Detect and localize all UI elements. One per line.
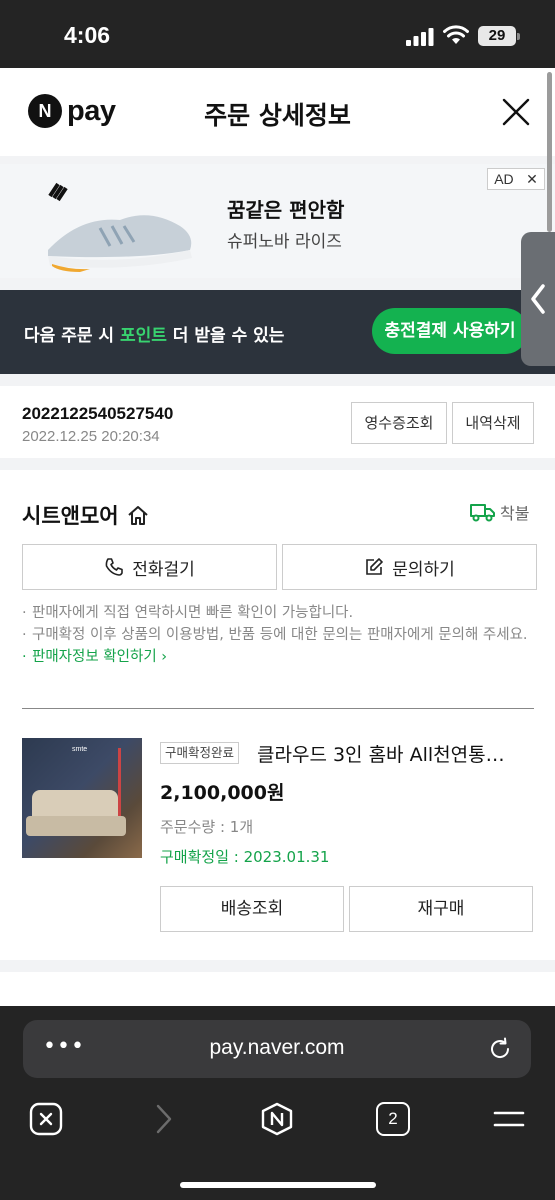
browser-bar: ••• pay.naver.com 2 [0,1006,555,1200]
phone-icon [105,558,124,576]
page-header: N pay 주문 상세정보 [0,68,555,156]
menu-icon[interactable] [492,1102,526,1136]
chevron-left-icon [531,284,545,314]
store-name-text: 시트앤모어 [22,504,119,528]
status-bar: 4:06 29 [0,0,555,68]
inquiry-button-label: 문의하기 [392,559,455,580]
url-text: pay.naver.com [209,1036,345,1059]
ad-label-text: AD [494,171,514,187]
cod-shipping-label: 착불 [470,500,529,524]
ad-label[interactable]: AD ✕ [487,168,545,190]
product-price: 2,100,000원 [160,782,285,804]
product-name[interactable]: 클라우드 3인 홈바 All천연통… [257,740,537,767]
promo-bar: 다음 주문 시 포인트 더 받을 수 있는 충전결제 사용하기 [0,290,555,374]
close-tab-icon[interactable] [29,1102,63,1136]
status-time: 4:06 [64,22,111,48]
ad-subtitle: 슈퍼노바 라이즈 [227,232,342,252]
naver-home-icon[interactable] [260,1102,294,1136]
side-panel-tab[interactable] [521,232,555,366]
seller-notes: 판매자에게 직접 연락하시면 빠른 확인이 가능합니다. 구매확정 이후 상품의… [22,602,534,668]
product-thumbnail[interactable]: smte [22,738,142,858]
edit-icon [366,558,384,575]
truck-icon [470,504,495,522]
store-section: 시트앤모어 착불 전화걸기 문의하기 판매자에게 직접 연락하시면 빠른 확인이… [0,470,555,960]
note-item: 구매확정 이후 상품의 이용방법, 반품 등에 대한 문의는 판매자에게 문의해… [22,624,534,646]
page-title: 주문 상세정보 [204,101,351,130]
order-quantity: 주문수량 : 1개 [160,818,254,836]
purchase-confirm-date: 구매확정일 : 2023.01.31 [160,848,330,866]
battery-indicator: 29 [478,26,520,46]
cod-label-text: 착불 [500,504,530,523]
cellular-signal-icon [406,28,434,46]
seller-info-link[interactable]: 판매자정보 확인하기 › [22,646,534,668]
order-date: 2022.12.25 20:20:34 [22,428,160,445]
inquiry-button[interactable]: 문의하기 [282,544,537,590]
promo-text-after: 더 받을 수 있는 [166,326,285,346]
receipt-button[interactable]: 영수증조회 [351,402,447,444]
ad-close-icon[interactable]: ✕ [526,171,538,188]
seller-info-link-text: 판매자정보 확인하기 [32,649,157,665]
charge-payment-button[interactable]: 충전결제 사용하기 [372,308,528,354]
tabs-button[interactable]: 2 [376,1102,410,1136]
track-shipping-button[interactable]: 배송조회 [160,886,344,932]
store-name[interactable]: 시트앤모어 [22,500,149,530]
order-summary: 2022122540527540 2022.12.25 20:20:34 영수증… [0,386,555,458]
promo-highlight: 포인트 [119,326,167,346]
ad-headline: 꿈같은 편안함 [227,198,345,222]
delete-history-button[interactable]: 내역삭제 [452,402,534,444]
divider [22,708,534,709]
thumbnail-sofa-seat [26,816,126,836]
call-button[interactable]: 전화걸기 [22,544,277,590]
promo-text-before: 다음 주문 시 [24,326,120,346]
rebuy-button[interactable]: 재구매 [349,886,533,932]
thumbnail-brand-mark: smte [72,746,88,753]
order-number: 2022122540527540 [22,404,174,423]
status-badge: 구매확정완료 [160,742,240,764]
note-item: 판매자에게 직접 연락하시면 빠른 확인이 가능합니다. [22,602,534,624]
home-indicator [180,1182,376,1188]
ad-banner[interactable]: 꿈같은 편안함 슈퍼노바 라이즈 AD ✕ [0,164,555,278]
reload-icon[interactable] [488,1037,512,1061]
wifi-icon [443,25,469,44]
promo-text: 다음 주문 시 포인트 더 받을 수 있는 [24,321,284,346]
scrollbar[interactable] [547,72,552,232]
call-button-label: 전화걸기 [132,559,195,580]
forward-icon[interactable] [146,1102,180,1136]
url-bar[interactable]: ••• pay.naver.com [23,1020,531,1078]
thumbnail-lamp [118,748,136,818]
close-icon[interactable] [502,98,530,126]
home-icon[interactable] [127,504,149,526]
sneaker-ad-image [48,182,192,272]
